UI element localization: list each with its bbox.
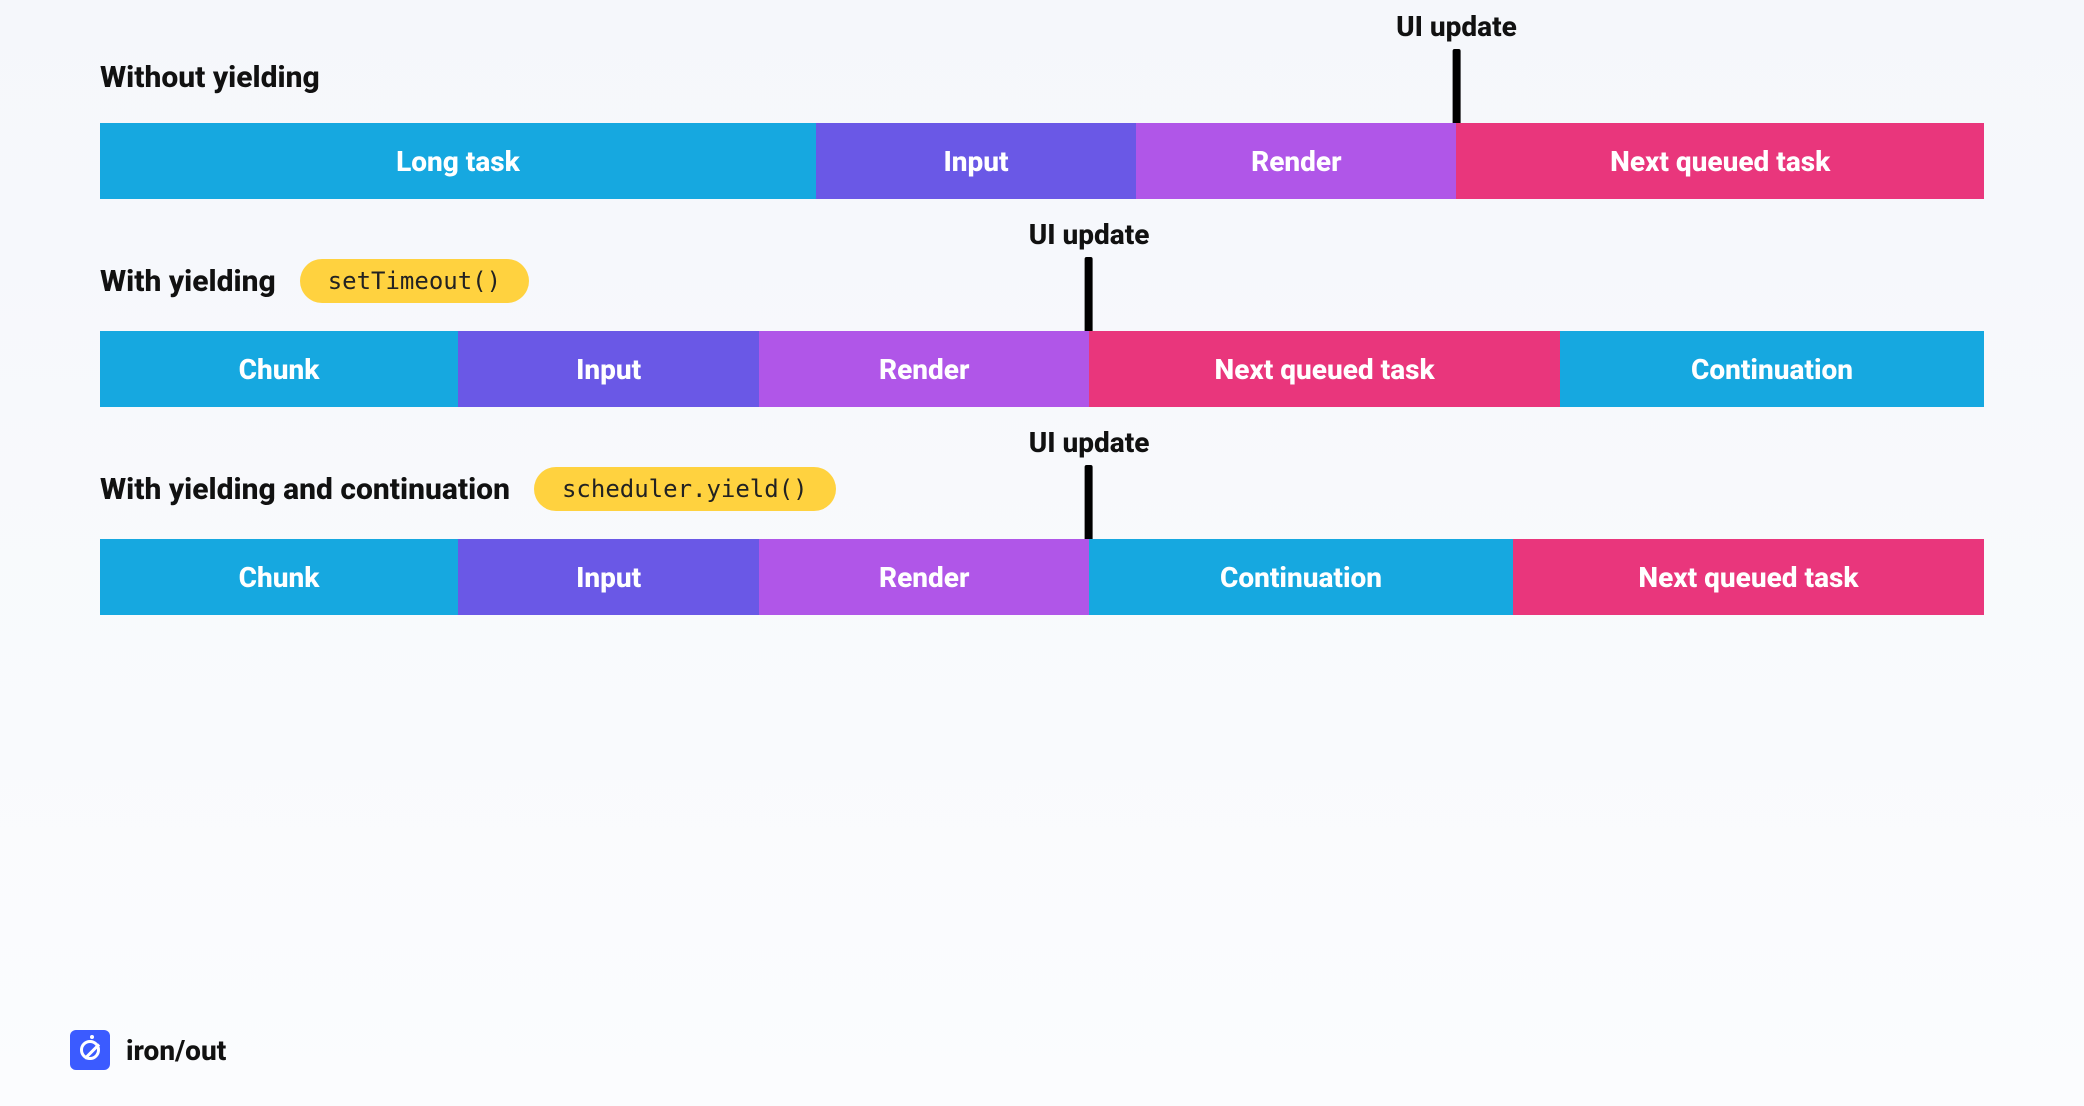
timeline-section: With yielding and continuation scheduler.… [100, 467, 1984, 615]
timeline-segment: Input [458, 539, 759, 615]
timeline-segment: Continuation [1089, 539, 1513, 615]
timeline-bar: ChunkInputRenderNext queued taskContinua… [100, 331, 1984, 407]
timeline-segment: Long task [100, 123, 816, 199]
ui-update-label: UI update [1396, 10, 1517, 43]
timeline-bar: Long taskInputRenderNext queued task [100, 123, 1984, 199]
section-title: With yielding and continuation [100, 472, 510, 507]
timeline-section: Without yielding UI updateLong taskInputR… [100, 60, 1984, 199]
timeline-segment: Next queued task [1089, 331, 1560, 407]
timeline-segment: Input [816, 123, 1136, 199]
ui-update-label: UI update [1029, 426, 1150, 459]
timeline-segment: Render [1136, 123, 1456, 199]
brand-attribution: iron/out [70, 1030, 226, 1070]
timeline-segment: Render [759, 539, 1089, 615]
timeline-segment: Next queued task [1513, 539, 1984, 615]
section-title: Without yielding [100, 60, 320, 95]
code-pill: setTimeout() [300, 259, 529, 303]
timeline-bar-wrapper: UI updateLong taskInputRenderNext queued… [100, 123, 1984, 199]
timeline-section: With yielding setTimeout() UI updateChunkI… [100, 259, 1984, 407]
code-pill: scheduler.yield() [534, 467, 836, 511]
timeline-segment: Render [759, 331, 1089, 407]
ui-update-label: UI update [1029, 218, 1150, 251]
section-title: With yielding [100, 264, 276, 299]
timeline-bar: ChunkInputRenderContinuationNext queued … [100, 539, 1984, 615]
timeline-bar-wrapper: UI updateChunkInputRenderContinuationNex… [100, 539, 1984, 615]
section-header: Without yielding [100, 60, 1984, 95]
timeline-segment: Chunk [100, 331, 458, 407]
timeline-segment: Next queued task [1456, 123, 1984, 199]
timeline-bar-wrapper: UI updateChunkInputRenderNext queued tas… [100, 331, 1984, 407]
timeline-segment: Continuation [1560, 331, 1984, 407]
diagram-root: Without yieldingUI updateLong taskInputR… [100, 60, 1984, 615]
brand-logo-icon [70, 1030, 110, 1070]
timeline-segment: Input [458, 331, 759, 407]
brand-name: iron/out [126, 1034, 226, 1067]
timeline-segment: Chunk [100, 539, 458, 615]
